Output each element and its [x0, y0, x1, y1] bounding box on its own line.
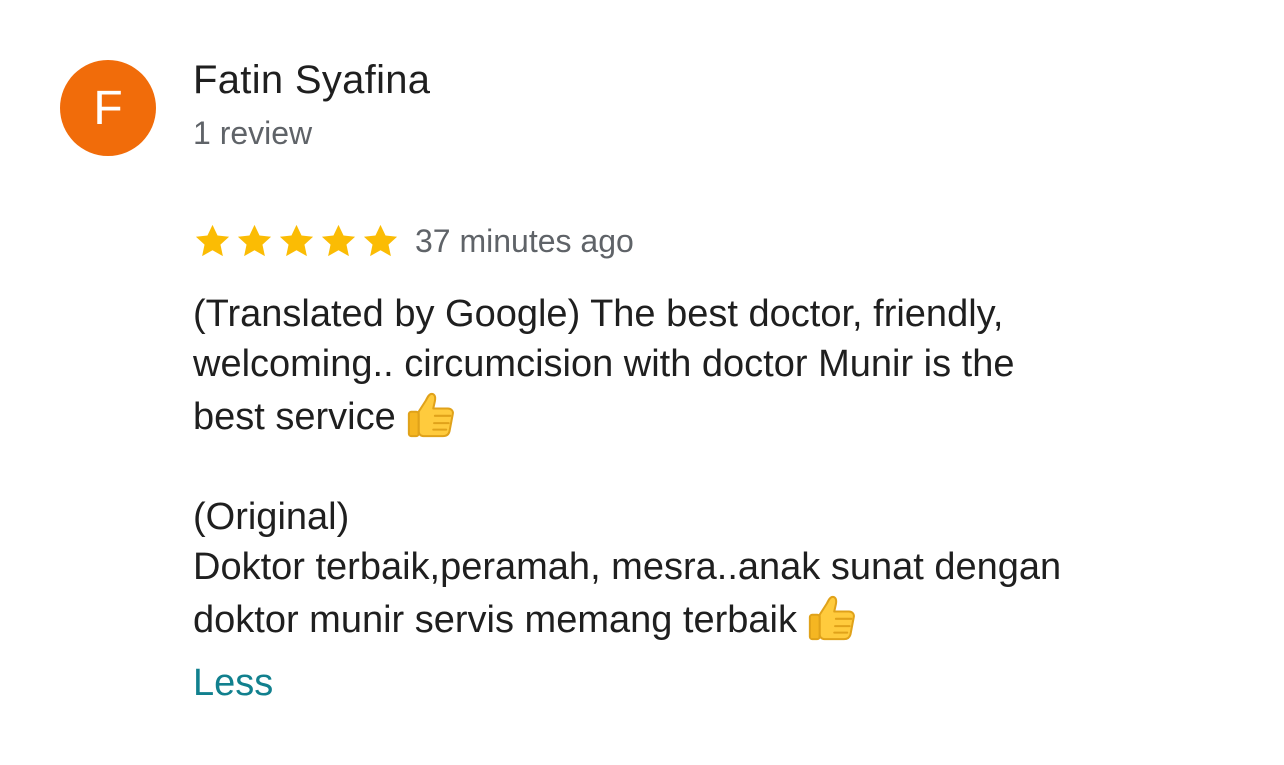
- thumbs-up-icon: [808, 595, 855, 641]
- star-icon: [279, 224, 314, 256]
- star-icon: [363, 224, 398, 256]
- review-text: (Translated by Google) The best doctor, …: [193, 289, 1253, 645]
- original-line-2-text: doktor munir servis memang terbaik: [193, 599, 797, 641]
- avatar-letter: F: [93, 81, 123, 135]
- star-rating: [193, 222, 400, 261]
- author-name[interactable]: Fatin Syafina: [193, 58, 430, 103]
- star-icon: [321, 224, 356, 256]
- review-timestamp: 37 minutes ago: [415, 222, 634, 259]
- less-button[interactable]: Less: [193, 662, 273, 705]
- rating-row: 37 minutes ago: [193, 216, 634, 266]
- thumbs-up-icon: [407, 392, 454, 438]
- review-card: F Fatin Syafina 1 review 37 minutes ago …: [0, 0, 1284, 765]
- original-line-2: doktor munir servis memang terbaik: [193, 592, 1253, 645]
- original-line-1: Doktor terbaik,peramah, mesra..anak suna…: [193, 546, 1062, 588]
- star-icon: [195, 224, 230, 256]
- translated-line-3: best service: [193, 389, 1253, 442]
- avatar[interactable]: F: [60, 60, 156, 156]
- original-label: (Original): [193, 496, 350, 538]
- translated-line-1: (Translated by Google) The best doctor, …: [193, 293, 1004, 335]
- translated-line-2: welcoming.. circumcision with doctor Mun…: [193, 343, 1015, 385]
- translated-line-3-text: best service: [193, 396, 396, 438]
- star-icon: [237, 224, 272, 256]
- review-count[interactable]: 1 review: [193, 115, 312, 152]
